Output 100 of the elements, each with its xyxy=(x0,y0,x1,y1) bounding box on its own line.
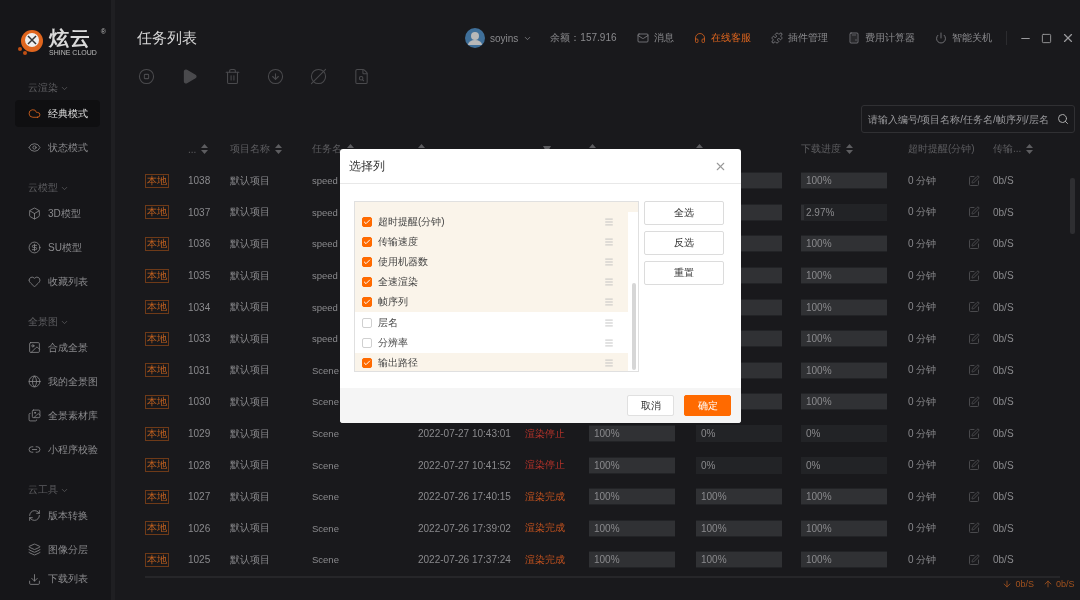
cancel-button[interactable]: 取消 xyxy=(627,395,674,416)
edit-icon[interactable] xyxy=(968,238,980,250)
drag-handle-icon[interactable] xyxy=(604,317,614,328)
table-cell: 默认项目 xyxy=(230,237,270,251)
table-cell: 1025 xyxy=(188,554,211,566)
edit-icon[interactable] xyxy=(968,269,980,282)
sort-icon[interactable] xyxy=(201,144,209,154)
checkbox[interactable] xyxy=(362,297,372,308)
search-field[interactable]: 请输入编号/项目名称/任务名/帧序列/层名 xyxy=(860,105,1075,133)
checkbox[interactable] xyxy=(362,237,372,248)
edit-icon[interactable] xyxy=(968,459,980,472)
drag-handle-icon[interactable] xyxy=(604,257,614,268)
sidebar-item[interactable]: 合成全景 xyxy=(15,334,100,361)
edit-icon[interactable] xyxy=(968,427,980,440)
edit-icon[interactable] xyxy=(968,553,980,566)
sidebar-item[interactable]: 收藏列表 xyxy=(15,268,100,295)
edit-icon[interactable] xyxy=(968,522,980,535)
sidebar-item[interactable]: 图像分层 xyxy=(15,536,100,563)
action-button[interactable]: 全选 xyxy=(644,201,724,225)
table-cell: 默认项目 xyxy=(230,300,270,315)
sidebar-item[interactable]: 小程序校验 xyxy=(15,436,100,463)
checkbox[interactable] xyxy=(362,217,372,228)
table-cell: 0b/S xyxy=(993,459,1014,471)
table-cell: Scene xyxy=(312,522,339,534)
table-cell: 0b/S xyxy=(993,396,1014,408)
power-icon xyxy=(934,32,947,44)
list-item[interactable]: 传输速度 xyxy=(355,232,628,253)
list-item[interactable]: 使用机器数 xyxy=(355,252,628,273)
sidebar-item[interactable]: 版本转换 xyxy=(15,502,100,529)
source-tag: 本地 xyxy=(145,300,169,315)
drag-handle-icon[interactable] xyxy=(604,217,614,228)
link-icon xyxy=(28,443,41,456)
edit-icon[interactable] xyxy=(968,301,980,314)
sidebar-item[interactable]: 经典模式 xyxy=(15,100,100,127)
table-cell: 2022-07-26 17:37:24 xyxy=(418,554,511,566)
drag-handle-icon[interactable] xyxy=(604,357,614,368)
sidebar-item[interactable]: 全景素材库 xyxy=(15,402,100,429)
table-cell: 0b/S xyxy=(993,175,1014,187)
table-cell: 1027 xyxy=(188,491,211,503)
confirm-button[interactable]: 确定 xyxy=(684,395,731,416)
topbar-link[interactable]: 费用计算器 xyxy=(847,31,915,45)
sort-icon[interactable] xyxy=(846,144,853,154)
edit-icon[interactable] xyxy=(968,490,980,503)
search-icon[interactable] xyxy=(1056,113,1069,125)
checkbox[interactable] xyxy=(362,357,372,368)
mail-icon xyxy=(636,32,649,44)
edit-icon[interactable] xyxy=(968,395,980,408)
checkbox[interactable] xyxy=(362,317,372,328)
table-cell: 0b/S xyxy=(993,301,1014,313)
stop-icon[interactable] xyxy=(138,67,155,85)
sidebar-item[interactable]: 3D模型 xyxy=(15,200,100,227)
progress-text: 100% xyxy=(805,333,832,345)
list-item[interactable]: 全速渲染 xyxy=(355,272,628,293)
file-search-icon[interactable] xyxy=(353,67,370,85)
topbar-link[interactable]: 在线客服 xyxy=(693,31,751,45)
refresh-icon xyxy=(28,509,41,522)
scrollbar[interactable] xyxy=(632,283,636,370)
table-cell: 默认项目 xyxy=(230,426,270,441)
coin-icon xyxy=(28,241,41,254)
sidebar-item[interactable]: 我的全景图 xyxy=(15,368,100,395)
table-cell: speed xyxy=(312,301,338,313)
checkbox[interactable] xyxy=(362,277,372,288)
list-item[interactable]: 帧序列 xyxy=(355,292,628,313)
edit-icon[interactable] xyxy=(968,206,980,219)
sidebar-item[interactable]: SU模型 xyxy=(15,234,100,261)
action-button[interactable]: 重置 xyxy=(644,261,724,285)
sidebar-item[interactable]: 状态模式 xyxy=(15,134,100,161)
drag-handle-icon[interactable] xyxy=(604,277,614,288)
drag-handle-icon[interactable] xyxy=(604,297,614,308)
table-cell: 默认项目 xyxy=(230,331,270,346)
checkbox[interactable] xyxy=(362,257,372,268)
status-text: 渲染完成 xyxy=(525,489,565,504)
play-icon[interactable] xyxy=(181,67,198,85)
avatar[interactable] xyxy=(465,28,485,48)
progress-text: 100% xyxy=(805,522,832,534)
progress-text: 100% xyxy=(593,554,620,566)
maximize-icon[interactable] xyxy=(1040,32,1052,44)
username[interactable]: soyins xyxy=(490,32,519,44)
table-cell: 0 分钟 xyxy=(908,426,937,441)
download-icon[interactable] xyxy=(267,67,284,85)
topbar-link[interactable]: 消息 xyxy=(636,31,674,45)
drag-handle-icon[interactable] xyxy=(604,237,614,248)
sort-icon[interactable] xyxy=(1026,144,1034,154)
edit-icon[interactable] xyxy=(968,174,980,187)
progress-text: 100% xyxy=(805,270,832,282)
topbar-link[interactable]: 插件管理 xyxy=(770,31,828,45)
sort-icon[interactable] xyxy=(275,144,282,154)
drag-handle-icon[interactable] xyxy=(604,337,614,348)
action-button[interactable]: 反选 xyxy=(644,231,724,255)
trash-icon[interactable] xyxy=(224,67,241,85)
topbar-link[interactable]: 智能关机 xyxy=(934,31,992,45)
list-item[interactable]: 超时提醒(分钟) xyxy=(355,212,628,233)
table-cell: Scene xyxy=(312,491,339,503)
checkbox[interactable] xyxy=(362,337,372,348)
blocked-circle-icon[interactable] xyxy=(310,67,327,85)
cube-icon xyxy=(28,207,41,220)
edit-icon[interactable] xyxy=(968,364,980,377)
progress-text: 100% xyxy=(593,491,620,503)
sidebar-item[interactable]: 下载列表 xyxy=(15,567,100,591)
edit-icon[interactable] xyxy=(968,332,980,345)
